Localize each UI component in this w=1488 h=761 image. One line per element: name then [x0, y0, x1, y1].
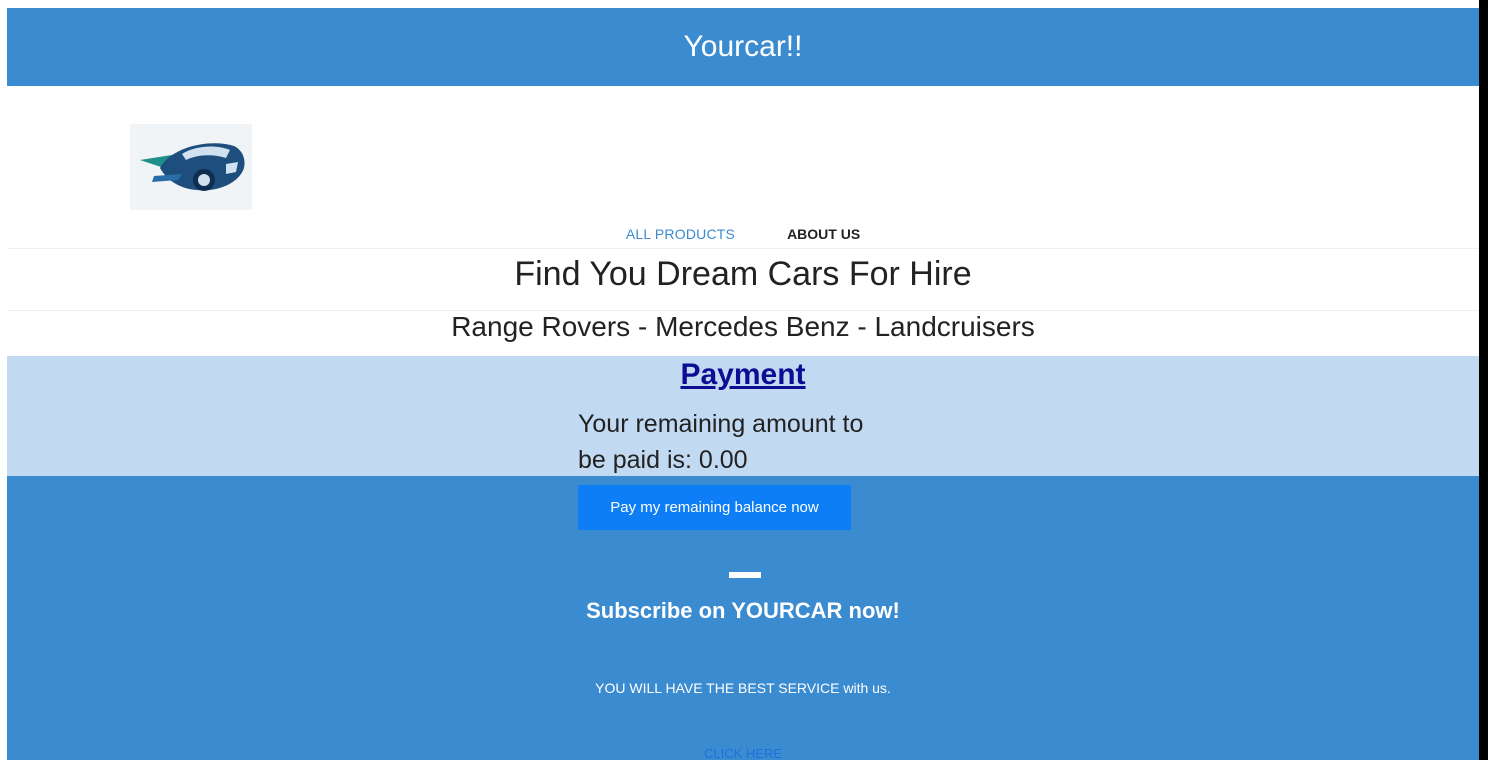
site-title: Yourcar!!	[683, 30, 803, 63]
nav-all-products[interactable]: ALL PRODUCTS	[626, 222, 735, 248]
car-logo-graphic	[140, 143, 245, 191]
hero-brands: Range Rovers - Mercedes Benz - Landcruis…	[451, 311, 1035, 342]
service-text: YOU WILL HAVE THE BEST SERVICE with us.	[595, 680, 891, 696]
remaining-amount-text: Your remaining amount to be paid is: 0.0…	[578, 406, 908, 478]
site-header: Yourcar!!	[7, 8, 1479, 86]
remaining-line-1: Your remaining amount to	[578, 410, 864, 438]
window-left-edge	[0, 0, 7, 760]
payment-title[interactable]: Payment	[7, 358, 1479, 392]
footer-link[interactable]: CLICK HERE	[7, 746, 1479, 761]
nav-about-us[interactable]: ABOUT US	[787, 222, 860, 248]
hero-headline: Find You Dream Cars For Hire	[7, 250, 1479, 311]
footer-divider	[729, 572, 761, 578]
main-nav: ALL PRODUCTS ABOUT US	[7, 222, 1479, 249]
site-footer: Pay my remaining balance now Subscribe o…	[7, 476, 1479, 761]
window-right-edge	[1479, 0, 1488, 760]
window-top-edge	[0, 0, 1488, 8]
car-logo-icon[interactable]	[130, 124, 252, 210]
remaining-line-2: be paid is: 0.00	[578, 446, 748, 474]
pay-remaining-balance-button[interactable]: Pay my remaining balance now	[578, 485, 851, 530]
subscribe-heading: Subscribe on YOURCAR now!	[586, 598, 900, 623]
payment-section: Payment Your remaining amount to be paid…	[7, 356, 1479, 476]
